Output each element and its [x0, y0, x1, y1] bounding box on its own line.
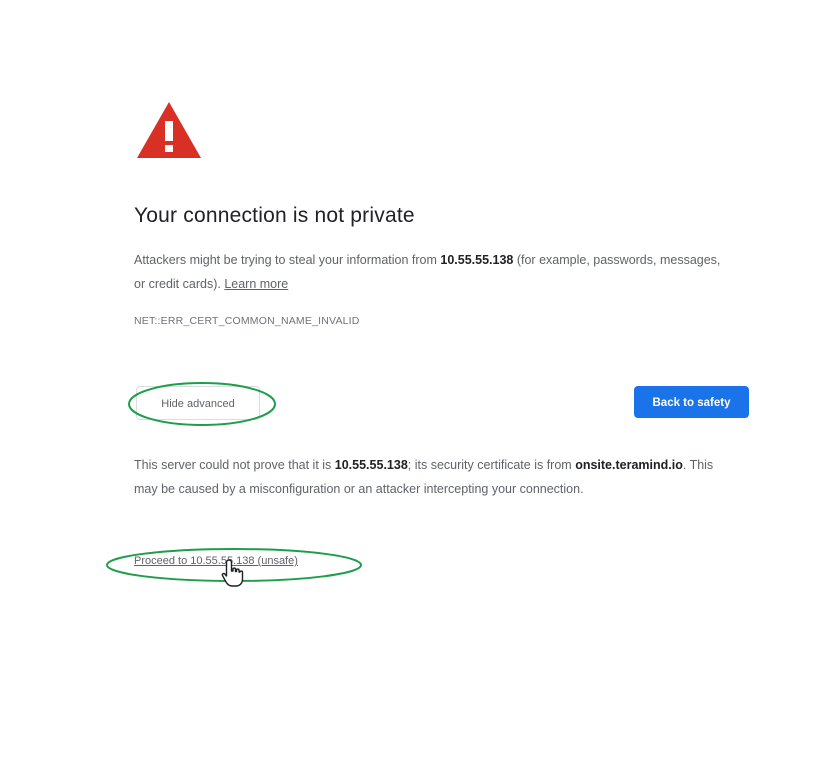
- intro-text: Attackers might be trying to steal your …: [134, 248, 734, 296]
- host-address: 10.55.55.138: [440, 253, 514, 267]
- ssl-warning-page: Your connection is not private Attackers…: [0, 0, 828, 772]
- page-title: Your connection is not private: [134, 204, 415, 227]
- hide-advanced-button[interactable]: Hide advanced: [136, 386, 260, 420]
- error-code: NET::ERR_CERT_COMMON_NAME_INVALID: [134, 315, 360, 327]
- cert-domain: onsite.teramind.io: [575, 458, 683, 472]
- intro-before: Attackers might be trying to steal your …: [134, 253, 441, 267]
- details-middle: ; its security certificate is from: [407, 458, 576, 472]
- back-to-safety-button[interactable]: Back to safety: [634, 386, 749, 418]
- details-host: 10.55.55.138: [334, 458, 408, 472]
- warning-triangle-icon: [137, 102, 201, 158]
- details-before: This server could not prove that it is: [134, 458, 335, 472]
- proceed-unsafe-link[interactable]: Proceed to 10.55.55.138 (unsafe): [134, 555, 298, 567]
- learn-more-link[interactable]: Learn more: [224, 277, 288, 291]
- details-text: This server could not prove that it is 1…: [134, 453, 734, 501]
